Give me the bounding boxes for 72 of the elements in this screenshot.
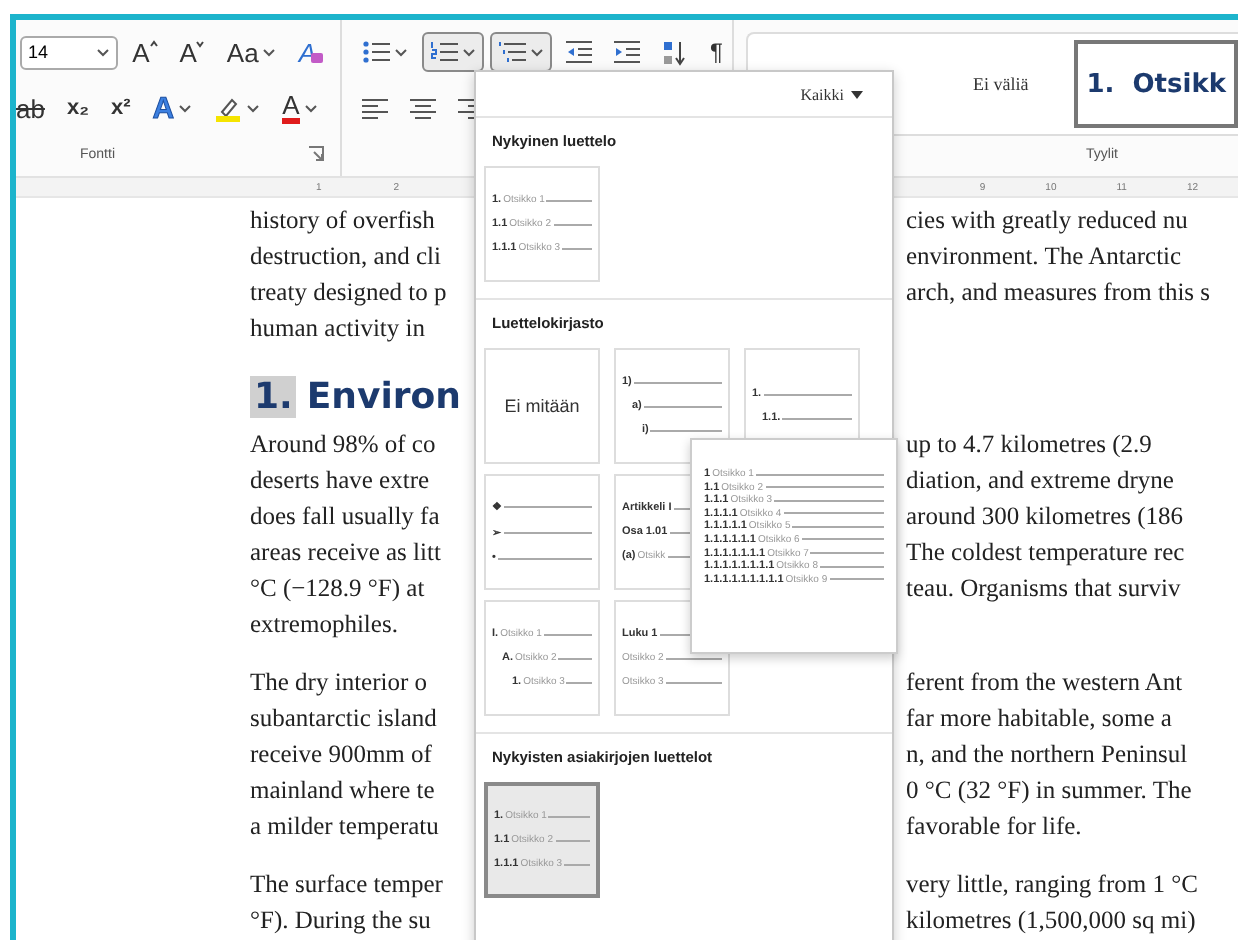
down-caret-icon xyxy=(196,40,205,48)
caret-icon xyxy=(303,103,318,113)
caret-icon xyxy=(246,103,261,113)
caret-icon xyxy=(262,47,277,57)
body-text: far more habitable, some a xyxy=(904,702,1174,736)
body-text: kilometres (1,500,000 sq mi) xyxy=(904,904,1198,938)
body-text: ferent from the western Ant xyxy=(904,666,1185,700)
bullet-list-icon xyxy=(362,40,390,64)
grow-font-button[interactable]: A xyxy=(124,32,166,72)
sort-icon xyxy=(662,39,688,65)
body-text: does fall usually fa xyxy=(250,500,442,534)
heading-text: Environ xyxy=(306,375,461,417)
caret-icon xyxy=(178,103,193,113)
body-text: environment. The Antarctic xyxy=(904,240,1184,274)
body-text: favorable for life. xyxy=(904,810,1084,844)
font-size-field[interactable]: 14 xyxy=(20,35,119,69)
body-text: Around 98% of co xyxy=(250,428,438,462)
body-text: receive 900mm of xyxy=(250,738,434,772)
up-caret-icon xyxy=(149,40,158,48)
body-text: diation, and extreme dryne xyxy=(904,464,1176,498)
change-case-button[interactable]: Aa xyxy=(218,32,285,72)
caret-icon xyxy=(394,47,408,57)
body-text: 0 °C (32 °F) in summer. The xyxy=(904,774,1194,808)
body-text: around 300 kilometres (186 xyxy=(904,500,1186,534)
body-text: °C (−128.9 °F) at xyxy=(250,572,427,606)
style-option[interactable]: Ei väliä xyxy=(942,40,1059,128)
increase-indent-icon xyxy=(614,40,640,64)
decrease-indent-icon xyxy=(566,40,592,64)
body-text: mainland where te xyxy=(250,774,437,808)
multilevel-list-button[interactable] xyxy=(490,32,552,72)
align-center-icon xyxy=(410,97,436,119)
list-style-option[interactable]: Ei mitään xyxy=(484,348,600,464)
body-text: deserts have extre xyxy=(250,464,432,498)
caret-icon xyxy=(462,47,476,57)
numbering-button[interactable] xyxy=(422,32,484,72)
body-text: a milder temperatu xyxy=(250,810,441,844)
show-marks-button[interactable]: ¶ xyxy=(702,32,731,72)
text-effects-button[interactable]: A xyxy=(144,88,201,128)
heading-number: 1. xyxy=(250,375,297,417)
subscript-button[interactable]: x₂ xyxy=(58,88,97,128)
caret-icon xyxy=(96,47,111,57)
body-text: The coldest temperature rec xyxy=(904,536,1187,570)
body-text: up to 4.7 kilometres (2.9 xyxy=(904,428,1154,462)
multilevel-list-icon xyxy=(498,40,526,64)
body-text: n, and the northern Peninsul xyxy=(904,738,1190,772)
body-text: destruction, and cli xyxy=(250,240,443,274)
body-text: treaty designed to p xyxy=(250,276,449,310)
body-text: arch, and measures from this s xyxy=(904,276,1213,310)
body-text: °F). During the su xyxy=(250,904,433,938)
shrink-font-button[interactable]: A xyxy=(171,32,213,72)
body-text: teau. Organisms that surviv xyxy=(904,572,1183,606)
body-text: cies with greatly reduced nu xyxy=(904,204,1190,238)
caret-icon xyxy=(850,89,864,99)
eraser-icon xyxy=(310,52,324,64)
strikethrough-button[interactable]: ab xyxy=(20,88,53,128)
body-text: The dry interior o xyxy=(250,666,430,700)
numbered-list-icon xyxy=(430,40,458,64)
highlighter-icon xyxy=(214,94,243,122)
body-text: human activity in xyxy=(250,312,427,346)
body-text: history of overfish xyxy=(250,204,437,238)
font-color-button[interactable]: A xyxy=(274,88,326,128)
filter-dropdown[interactable]: Kaikki xyxy=(788,83,876,105)
style-option[interactable]: 1. Otsikk xyxy=(1074,40,1238,128)
body-text: very little, ranging from 1 °C xyxy=(904,868,1200,902)
dialog-launcher-icon[interactable] xyxy=(308,146,324,162)
caret-icon xyxy=(530,47,544,57)
body-text: areas receive as litt xyxy=(250,536,443,570)
body-text: extremophiles. xyxy=(250,608,400,642)
body-text: The surface temper xyxy=(250,868,445,902)
body-text: subantarctic island xyxy=(250,702,439,736)
align-left-icon xyxy=(362,97,388,119)
superscript-button[interactable]: x² xyxy=(102,88,139,128)
